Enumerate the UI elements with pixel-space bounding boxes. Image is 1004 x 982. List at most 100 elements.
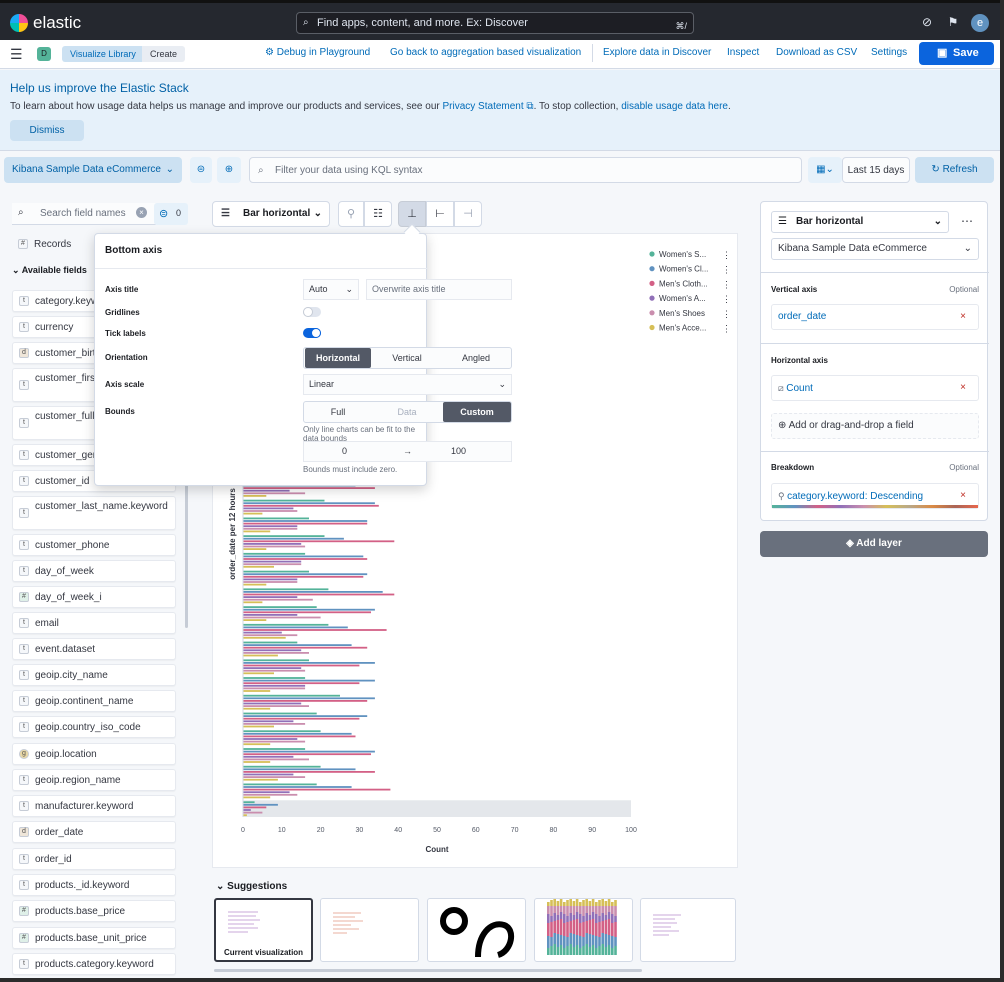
- field-item[interactable]: t email: [12, 612, 176, 634]
- bar[interactable]: [243, 684, 306, 687]
- suggestion-bar[interactable]: [320, 898, 419, 962]
- remove-icon[interactable]: ×: [960, 305, 966, 329]
- bar[interactable]: [243, 776, 306, 778]
- bar[interactable]: [243, 507, 294, 510]
- bar[interactable]: [243, 573, 368, 576]
- add-field-dropzone[interactable]: ⊕ Add or drag-and-drop a field: [771, 413, 979, 439]
- bar[interactable]: [243, 548, 267, 550]
- dataview-picker[interactable]: Kibana Sample Data eCommerce ⌄: [4, 157, 182, 183]
- bar[interactable]: [243, 806, 267, 809]
- bar[interactable]: [243, 735, 356, 738]
- bar[interactable]: [243, 552, 306, 555]
- bar[interactable]: [243, 522, 368, 525]
- orientation-angled-button[interactable]: Angled: [443, 348, 509, 368]
- refresh-button[interactable]: ↻ Refresh: [915, 157, 994, 183]
- bar[interactable]: [243, 730, 321, 733]
- field-item[interactable]: d order_date: [12, 821, 176, 843]
- bar[interactable]: [243, 788, 391, 791]
- field-filter-button[interactable]: ⊜ 0: [154, 203, 188, 225]
- axis-title-mode-select[interactable]: Auto ⌄: [303, 279, 359, 300]
- legend-actions-icon[interactable]: ⋮: [722, 250, 731, 260]
- suggestion-stacked-bar[interactable]: [534, 898, 633, 962]
- bar[interactable]: [243, 616, 321, 619]
- bar[interactable]: [243, 682, 360, 685]
- bar[interactable]: [243, 761, 271, 763]
- right-axis-button[interactable]: ⊣: [454, 201, 482, 227]
- field-item[interactable]: # products.base_price: [12, 900, 176, 922]
- tick-labels-toggle[interactable]: [303, 328, 321, 338]
- bar[interactable]: [243, 596, 298, 598]
- bar[interactable]: [243, 608, 375, 611]
- field-item[interactable]: # products.base_unit_price: [12, 927, 176, 949]
- legend-actions-icon[interactable]: ⋮: [722, 265, 731, 275]
- field-item[interactable]: t products.category.keyword: [12, 953, 176, 975]
- bar[interactable]: [243, 555, 364, 558]
- bar[interactable]: [243, 654, 278, 657]
- bar[interactable]: [243, 487, 375, 489]
- legend-item[interactable]: Men's Acce...: [659, 324, 706, 333]
- bound-min-input[interactable]: 0: [342, 446, 347, 456]
- bar[interactable]: [243, 504, 379, 507]
- bar[interactable]: [243, 773, 294, 776]
- avatar[interactable]: e: [971, 14, 989, 32]
- bar[interactable]: [243, 575, 364, 578]
- bar[interactable]: [243, 558, 368, 560]
- global-search-input[interactable]: ⌕ Find apps, content, and more. Ex: Disc…: [296, 12, 694, 34]
- bar[interactable]: [243, 591, 383, 593]
- orientation-vertical-button[interactable]: Vertical: [374, 348, 440, 368]
- layer-dataview-select[interactable]: Kibana Sample Data eCommerce ⌄: [771, 238, 979, 260]
- horizontal-axis-dimension[interactable]: ⧄ Count ×: [771, 375, 979, 401]
- bar[interactable]: [243, 578, 298, 581]
- bar[interactable]: [243, 720, 294, 723]
- time-range-display[interactable]: Last 15 days: [842, 157, 910, 183]
- bar[interactable]: [243, 583, 267, 586]
- settings-link[interactable]: Settings: [871, 46, 907, 60]
- kql-query-input[interactable]: ⌕ Filter your data using KQL syntax: [249, 157, 802, 183]
- gridlines-toggle[interactable]: [303, 307, 321, 317]
- bar[interactable]: [243, 601, 263, 604]
- bar[interactable]: [243, 753, 371, 756]
- bar[interactable]: [243, 623, 329, 626]
- remove-icon[interactable]: ×: [960, 376, 966, 400]
- bar[interactable]: [243, 495, 267, 497]
- bound-max-input[interactable]: 100: [451, 446, 466, 456]
- bar[interactable]: [243, 626, 348, 629]
- field-item[interactable]: g geoip.location: [12, 743, 176, 765]
- bar[interactable]: [243, 748, 306, 750]
- space-avatar[interactable]: D: [37, 47, 51, 61]
- field-item[interactable]: t day_of_week: [12, 560, 176, 582]
- bar[interactable]: [243, 634, 298, 637]
- bar[interactable]: [243, 537, 344, 540]
- disable-usage-link[interactable]: disable usage data here: [621, 101, 728, 112]
- bar[interactable]: [243, 489, 290, 492]
- bar[interactable]: [243, 717, 360, 720]
- bar[interactable]: [243, 740, 306, 743]
- bar[interactable]: [243, 697, 375, 700]
- bar[interactable]: [243, 778, 278, 781]
- add-filter-button[interactable]: ⊕: [217, 157, 241, 183]
- field-item[interactable]: t event.dataset: [12, 638, 176, 660]
- bar[interactable]: [243, 725, 274, 728]
- field-item[interactable]: t geoip.city_name: [12, 664, 176, 686]
- bar[interactable]: [243, 811, 263, 814]
- bar[interactable]: [243, 525, 298, 528]
- bar[interactable]: [243, 669, 306, 672]
- news-icon[interactable]: ⚑: [946, 15, 960, 29]
- bar[interactable]: [243, 646, 368, 649]
- bar[interactable]: [243, 636, 286, 639]
- bar[interactable]: [243, 598, 313, 601]
- bar[interactable]: [243, 694, 340, 697]
- bar[interactable]: [243, 570, 309, 573]
- bar[interactable]: [243, 641, 298, 644]
- add-layer-button[interactable]: ◈ Add layer: [760, 531, 988, 557]
- bar[interactable]: [243, 644, 352, 646]
- bar[interactable]: [243, 545, 306, 548]
- bar[interactable]: [243, 786, 352, 788]
- bar[interactable]: [243, 791, 290, 794]
- filter-menu-button[interactable]: ⊜: [190, 157, 212, 183]
- inspect-link[interactable]: Inspect: [727, 46, 759, 60]
- bar[interactable]: [243, 563, 302, 566]
- bar[interactable]: [243, 540, 395, 543]
- help-icon[interactable]: ⊘: [920, 15, 934, 29]
- suggestion-line[interactable]: [640, 898, 736, 962]
